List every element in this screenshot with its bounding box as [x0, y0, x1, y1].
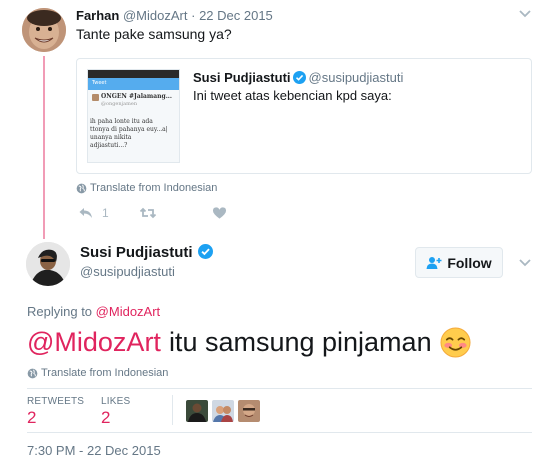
retweets-label[interactable]: RETWEETS [27, 396, 84, 408]
thumb-line: adjiastuti...? [90, 142, 128, 149]
parent-tweet-actions: 1 [78, 205, 227, 221]
replying-prefix: Replying to [27, 304, 93, 319]
thumb-avatar [92, 94, 99, 101]
blushing-face-emoji-icon [440, 326, 471, 358]
main-tweet-text: @MidozArt itu samsung pinjaman [27, 324, 471, 360]
main-author-handle[interactable]: @susipudjiastuti [80, 263, 175, 281]
verified-badge-icon [292, 71, 306, 84]
quote-screenshot-thumbnail: Tweet ONGEN #Jalamang... @ongenjamen ih … [87, 69, 180, 163]
main-author-name[interactable]: Susi Pudjiastuti [80, 244, 193, 261]
globe-icon [76, 183, 87, 193]
thumb-line: @ongenjamen [101, 101, 138, 107]
parent-tweet-text: Tante pake samsung ya? [76, 26, 232, 42]
replying-to-line: Replying to @MidozArt [27, 304, 160, 320]
replying-to-link[interactable]: @MidozArt [96, 304, 161, 319]
parent-tweet-header: Farhan @MidozArt · 22 Dec 2015 [76, 7, 273, 25]
chevron-down-icon[interactable] [518, 258, 532, 268]
reply-action[interactable]: 1 [78, 206, 109, 220]
globe-icon [27, 368, 38, 378]
main-tweet-body: itu samsung pinjaman [168, 327, 432, 357]
liker-avatar[interactable] [238, 400, 260, 422]
parent-translate-link[interactable]: Translate from Indonesian [76, 181, 217, 195]
reply-count: 1 [102, 206, 109, 220]
follow-button[interactable]: Follow [415, 247, 503, 278]
avatar-susi[interactable] [26, 242, 70, 286]
quote-author-name[interactable]: Susi Pudjiastuti [193, 70, 291, 85]
retweet-action[interactable] [139, 206, 157, 220]
thumb-line: ttonya di pahanya euy...a| [90, 126, 168, 133]
chevron-down-icon[interactable] [518, 9, 532, 19]
main-translate-link[interactable]: Translate from Indonesian [27, 366, 168, 380]
quote-author-handle[interactable]: @susipudjiastuti [309, 70, 404, 85]
stats-bottom-divider [27, 432, 532, 433]
thumb-line: ih paha lonte itu ada [90, 118, 153, 125]
parent-date-separator: · [191, 8, 196, 23]
retweets-count[interactable]: 2 [27, 408, 36, 428]
verified-badge-icon [197, 244, 213, 259]
retweet-icon [139, 207, 156, 219]
thumb-line: unanya nikita [90, 134, 132, 141]
thread-connector-line [43, 56, 45, 239]
main-author-name-row: Susi Pudjiastuti [80, 243, 216, 263]
embedded-quote-card[interactable]: Tweet ONGEN #Jalamang... @ongenjamen ih … [76, 58, 532, 174]
thumb-status-bar [88, 70, 179, 78]
heart-icon [212, 207, 226, 219]
main-translate-label: Translate from Indonesian [41, 367, 169, 379]
like-action[interactable] [212, 206, 227, 220]
reply-icon [79, 208, 92, 218]
add-user-icon [426, 256, 442, 269]
follow-label: Follow [447, 254, 492, 271]
avatar-farhan[interactable] [22, 8, 66, 52]
likes-label[interactable]: LIKES [101, 396, 130, 408]
parent-translate-label: Translate from Indonesian [90, 182, 218, 194]
stats-top-divider [27, 388, 532, 389]
tweet-timestamp[interactable]: 7:30 PM - 22 Dec 2015 [27, 443, 161, 459]
mention-link[interactable]: @MidozArt [27, 324, 161, 360]
quote-author: Susi Pudjiastuti @susipudjiastuti [193, 69, 403, 87]
parent-author-name[interactable]: Farhan [76, 8, 119, 23]
stats-separator [172, 395, 173, 425]
thumb-app-bar-label: Tweet [92, 80, 107, 86]
parent-author-handle[interactable]: @MidozArt [123, 8, 188, 23]
liker-avatar[interactable] [212, 400, 234, 422]
quote-text: Ini tweet atas kebencian kpd saya: [193, 88, 392, 103]
likes-count[interactable]: 2 [101, 408, 110, 428]
liker-avatar[interactable] [186, 400, 208, 422]
parent-tweet-date[interactable]: 22 Dec 2015 [199, 8, 273, 23]
